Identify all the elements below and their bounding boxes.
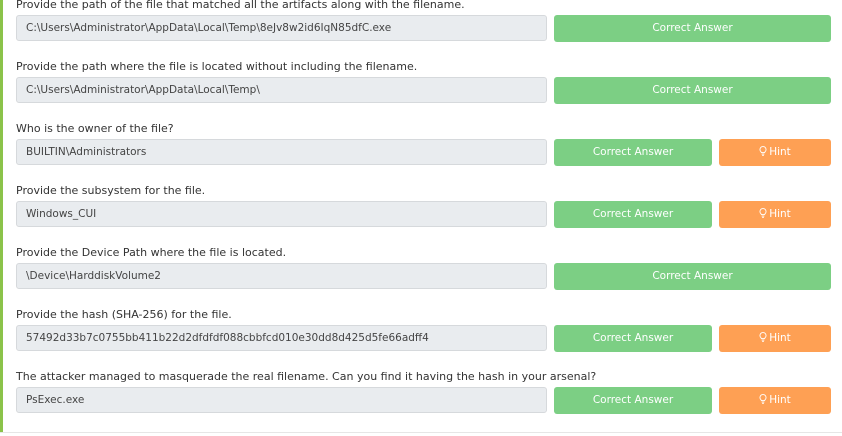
question-label: Provide the path where the file is locat… bbox=[16, 60, 418, 73]
panel-bottom-border bbox=[0, 432, 842, 433]
question-2: Provide the path where the file is locat… bbox=[16, 60, 831, 122]
question-label: Provide the hash (SHA-256) for the file. bbox=[16, 308, 232, 321]
question-4: Provide the subsystem for the file. Wind… bbox=[16, 184, 831, 246]
correct-answer-button[interactable]: Correct Answer bbox=[554, 139, 712, 166]
question-label: Provide the Device Path where the file i… bbox=[16, 246, 287, 259]
correct-answer-button[interactable]: Correct Answer bbox=[554, 15, 831, 42]
answer-input[interactable]: Windows_CUI bbox=[16, 201, 547, 227]
lightbulb-icon bbox=[759, 394, 767, 404]
question-label: Provide the subsystem for the file. bbox=[16, 184, 206, 197]
answer-input[interactable]: \Device\HarddiskVolume2 bbox=[16, 263, 547, 289]
questions-panel: Provide the path of the file that matche… bbox=[0, 0, 842, 433]
hint-label: Hint bbox=[769, 146, 791, 158]
question-label: Who is the owner of the file? bbox=[16, 122, 174, 135]
question-3: Who is the owner of the file? BUILTIN\Ad… bbox=[16, 122, 831, 184]
correct-answer-button[interactable]: Correct Answer bbox=[554, 201, 712, 228]
correct-answer-button[interactable]: Correct Answer bbox=[554, 325, 712, 352]
question-5: Provide the Device Path where the file i… bbox=[16, 246, 831, 308]
hint-button[interactable]: Hint bbox=[719, 201, 831, 228]
answer-input[interactable]: BUILTIN\Administrators bbox=[16, 139, 547, 165]
hint-button[interactable]: Hint bbox=[719, 325, 831, 352]
lightbulb-icon bbox=[759, 332, 767, 342]
hint-button[interactable]: Hint bbox=[719, 387, 831, 414]
answer-input[interactable]: C:\Users\Administrator\AppData\Local\Tem… bbox=[16, 77, 547, 103]
hint-label: Hint bbox=[769, 394, 791, 406]
answer-input[interactable]: C:\Users\Administrator\AppData\Local\Tem… bbox=[16, 15, 547, 41]
question-label: Provide the path of the file that matche… bbox=[16, 0, 465, 11]
hint-label: Hint bbox=[769, 208, 791, 220]
lightbulb-icon bbox=[759, 208, 767, 218]
correct-answer-button[interactable]: Correct Answer bbox=[554, 263, 831, 290]
correct-answer-button[interactable]: Correct Answer bbox=[554, 387, 712, 414]
hint-label: Hint bbox=[769, 332, 791, 344]
question-6: Provide the hash (SHA-256) for the file.… bbox=[16, 308, 831, 370]
lightbulb-icon bbox=[759, 146, 767, 156]
answer-input[interactable]: PsExec.exe bbox=[16, 387, 547, 413]
question-7: The attacker managed to masquerade the r… bbox=[16, 370, 831, 432]
hint-button[interactable]: Hint bbox=[719, 139, 831, 166]
question-1: Provide the path of the file that matche… bbox=[16, 0, 831, 60]
question-label: The attacker managed to masquerade the r… bbox=[16, 370, 597, 383]
correct-answer-button[interactable]: Correct Answer bbox=[554, 77, 831, 104]
answer-input[interactable]: 57492d33b7c0755bb411b22d2dfdfdf088cbbfcd… bbox=[16, 325, 547, 351]
